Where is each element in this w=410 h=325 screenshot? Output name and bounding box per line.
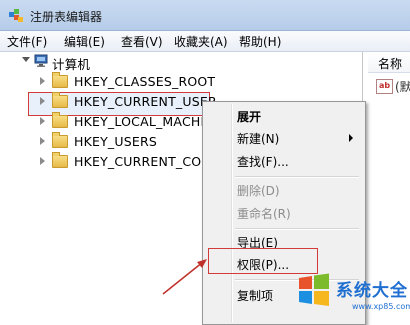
tree-node-computer[interactable]: 计算机 bbox=[0, 52, 200, 72]
string-value-icon: ab bbox=[376, 79, 393, 94]
value-row-default[interactable]: ab (默 bbox=[376, 78, 410, 95]
expand-arrow-icon[interactable] bbox=[40, 117, 45, 125]
tree-node-hkey-current-user[interactable]: HKEY_CURRENT_USER bbox=[0, 92, 220, 112]
tree-label: HKEY_CURRENT_CONF bbox=[74, 154, 202, 169]
folder-icon bbox=[52, 92, 68, 108]
column-header-name[interactable]: 名称 bbox=[368, 52, 410, 73]
menu-view[interactable]: 查看(V) bbox=[118, 33, 166, 50]
tree-node-hkey-local-machine[interactable]: HKEY_LOCAL_MACHIN bbox=[0, 112, 202, 132]
computer-icon bbox=[34, 54, 48, 67]
expand-arrow-icon[interactable] bbox=[40, 137, 45, 145]
submenu-arrow-icon bbox=[349, 134, 353, 142]
menu-gutter bbox=[231, 104, 233, 322]
watermark-brand: 系统大全 bbox=[336, 281, 408, 301]
window-title: 注册表编辑器 bbox=[30, 10, 103, 24]
menu-help[interactable]: 帮助(H) bbox=[236, 33, 284, 50]
menu-favorites[interactable]: 收藏夹(A) bbox=[171, 33, 231, 50]
menu-item-rename[interactable]: 重命名(R) bbox=[237, 205, 291, 222]
permissions-highlight bbox=[208, 248, 318, 274]
tree-node-hkey-users[interactable]: HKEY_USERS bbox=[0, 132, 202, 152]
registry-editor-icon bbox=[9, 9, 23, 22]
folder-icon bbox=[52, 72, 68, 88]
tree-node-hkey-current-config[interactable]: HKEY_CURRENT_CONF bbox=[0, 152, 202, 172]
tree-label: HKEY_USERS bbox=[74, 134, 157, 149]
expand-arrow-icon[interactable] bbox=[40, 97, 45, 105]
tree-label-computer: 计算机 bbox=[52, 57, 91, 72]
tree-label: HKEY_LOCAL_MACHIN bbox=[74, 114, 202, 129]
menu-separator bbox=[235, 228, 359, 230]
folder-icon bbox=[52, 152, 68, 168]
menu-item-new[interactable]: 新建(N) bbox=[237, 130, 279, 147]
menu-bar: 文件(F) 编辑(E) 查看(V) 收藏夹(A) 帮助(H) bbox=[0, 31, 410, 52]
folder-icon bbox=[52, 112, 68, 128]
menu-item-delete[interactable]: 删除(D) bbox=[237, 182, 280, 199]
title-bar[interactable]: 注册表编辑器 bbox=[0, 0, 410, 31]
menu-file[interactable]: 文件(F) bbox=[4, 33, 50, 50]
annotation-arrow-icon bbox=[162, 259, 207, 295]
menu-item-copy-key-name[interactable]: 复制项 bbox=[237, 287, 273, 304]
value-name: (默 bbox=[395, 80, 410, 94]
collapse-arrow-icon[interactable] bbox=[22, 57, 30, 62]
expand-arrow-icon[interactable] bbox=[40, 77, 45, 85]
column-header-label: 名称 bbox=[378, 57, 403, 71]
folder-icon bbox=[52, 132, 68, 148]
menu-separator bbox=[235, 176, 359, 178]
tree-node-hkey-classes-root[interactable]: HKEY_CLASSES_ROOT bbox=[0, 72, 220, 92]
tree-label: HKEY_CURRENT_USER bbox=[74, 94, 217, 109]
menu-item-find[interactable]: 查找(F)... bbox=[237, 153, 289, 170]
watermark-url: www.xp85.com bbox=[352, 302, 410, 311]
expand-arrow-icon[interactable] bbox=[40, 157, 45, 165]
menu-item-expand[interactable]: 展开 bbox=[237, 108, 261, 125]
windows-logo-icon bbox=[299, 273, 329, 306]
menu-edit[interactable]: 编辑(E) bbox=[61, 33, 108, 50]
tree-label: HKEY_CLASSES_ROOT bbox=[74, 74, 216, 89]
